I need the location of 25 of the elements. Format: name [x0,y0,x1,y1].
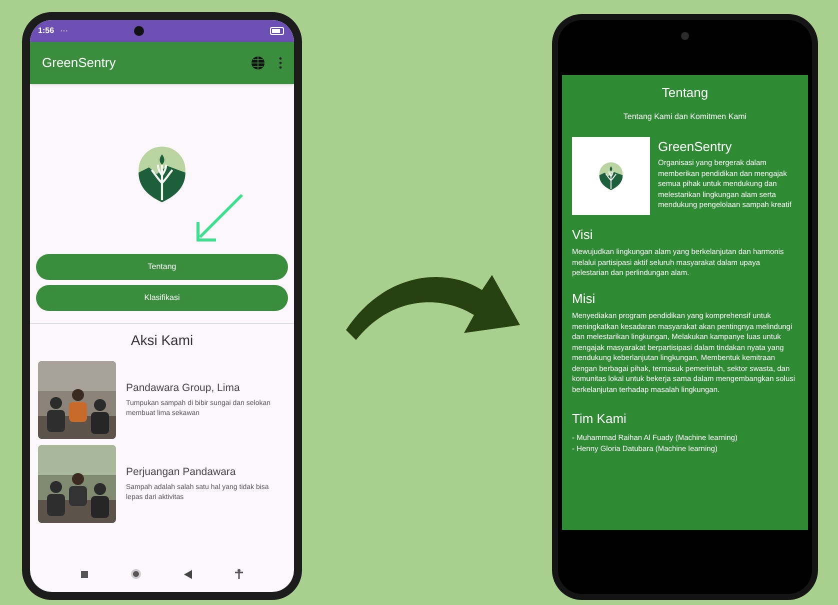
accessibility-icon[interactable] [234,569,243,579]
card-title: Perjuangan Pandawara [126,464,237,480]
more-menu-icon[interactable] [279,57,282,69]
org-name: GreenSentry [658,138,733,156]
camera-icon [134,26,144,36]
recents-button[interactable] [81,570,88,578]
page-title: Tentang [662,84,708,102]
section-heading: Tim Kami [572,410,628,428]
card-title: Pandawara Group, Lima [126,380,241,396]
back-icon[interactable] [184,570,192,578]
status-more: ··· [60,25,68,37]
app-title: GreenSentry [42,54,116,72]
battery-icon [270,27,286,35]
camera-icon [681,32,689,40]
menu-button[interactable]: Tentang [36,254,288,280]
home-button[interactable] [131,569,142,579]
status-time: 1:56 [38,25,54,37]
leaf-logo-icon [598,160,624,190]
leaf-logo-icon [136,144,188,204]
section-title: Aksi Kami [130,331,194,350]
menu-button[interactable]: Klasifikasi [36,285,288,311]
globe-icon[interactable] [251,56,265,70]
section-heading: Visi [572,226,594,244]
section-heading: Misi [572,290,596,308]
page-subtitle: Tentang Kami dan Komitmen Kami [623,110,747,122]
